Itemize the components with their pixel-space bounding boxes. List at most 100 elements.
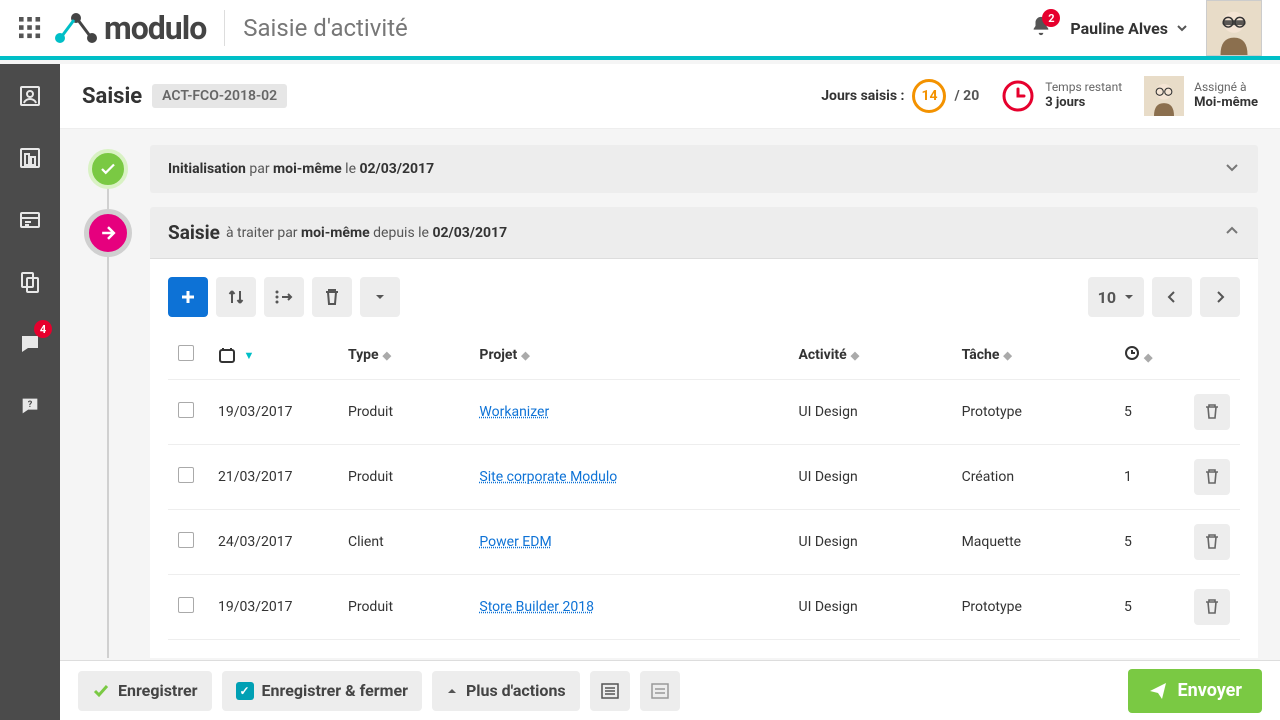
time-label: Temps restant — [1045, 80, 1122, 94]
trash-icon — [1205, 599, 1219, 615]
list-view-icon — [601, 683, 619, 699]
row-delete-button[interactable] — [1194, 524, 1230, 560]
cell-activite: UI Design — [788, 510, 951, 575]
assigned-value: Moi-même — [1194, 95, 1258, 110]
table-toolbar: 10 — [168, 277, 1240, 317]
select-all-checkbox[interactable] — [178, 345, 194, 361]
columns-button[interactable] — [264, 277, 304, 317]
project-link[interactable]: Store Builder 2018 — [479, 599, 594, 615]
avatar[interactable] — [1206, 0, 1262, 56]
save-button[interactable]: Enregistrer — [78, 671, 212, 711]
col-type[interactable]: Type◆ — [338, 331, 469, 380]
profile-icon — [18, 84, 42, 108]
trash-icon — [1205, 534, 1219, 550]
row-delete-button[interactable] — [1194, 459, 1230, 495]
trash-icon — [1205, 404, 1219, 420]
days-counter: Jours saisis : 14 / 20 — [821, 79, 979, 113]
sort-button[interactable] — [216, 277, 256, 317]
notifications-button[interactable]: 2 — [1030, 15, 1052, 41]
page-size-select[interactable]: 10 — [1088, 277, 1144, 317]
chat-badge: 4 — [34, 320, 52, 338]
rail-copy[interactable] — [10, 262, 50, 302]
chevron-down-icon — [1224, 159, 1240, 179]
step-init-header[interactable]: Initialisation par moi-même le 02/03/201… — [150, 145, 1258, 193]
notification-badge: 2 — [1042, 9, 1060, 27]
project-link[interactable]: Site corporate Modulo — [479, 469, 617, 485]
row-checkbox[interactable] — [178, 597, 194, 613]
caret-down-icon — [374, 291, 386, 303]
user-menu[interactable]: Pauline Alves — [1070, 19, 1188, 38]
cell-date: 21/03/2017 — [208, 445, 338, 510]
sort-icon — [227, 288, 245, 306]
save-label: Enregistrer — [118, 681, 198, 700]
col-activite[interactable]: Activité◆ — [788, 331, 951, 380]
delete-button[interactable] — [312, 277, 352, 317]
more-button[interactable] — [360, 277, 400, 317]
rail-building[interactable] — [10, 138, 50, 178]
title-row: Saisie ACT-FCO-2018-02 Jours saisis : 14… — [60, 64, 1280, 129]
svg-text:?: ? — [28, 400, 33, 410]
view-compact-button[interactable] — [640, 671, 680, 711]
row-checkbox[interactable] — [178, 532, 194, 548]
project-link[interactable]: Workanizer — [479, 404, 549, 420]
more-actions-button[interactable]: Plus d'actions — [432, 671, 580, 711]
check-icon — [99, 160, 117, 178]
save-close-button[interactable]: ✓ Enregistrer & fermer — [222, 671, 422, 711]
brand-logo[interactable]: modulo — [54, 9, 206, 47]
row-delete-button[interactable] — [1194, 589, 1230, 625]
col-date[interactable]: ▼ — [208, 331, 338, 380]
rail-chat[interactable]: 4 — [10, 324, 50, 364]
project-link[interactable]: Power EDM — [479, 534, 551, 550]
time-remaining: Temps restant3 jours — [1001, 79, 1122, 113]
compact-view-icon — [651, 683, 669, 699]
news-icon — [18, 208, 42, 232]
cell-tache: Prototype — [952, 380, 1114, 445]
apps-menu-button[interactable] — [12, 10, 48, 46]
trash-icon — [324, 288, 340, 306]
days-value-ring: 14 — [912, 79, 946, 113]
table-row: 19/03/2017ProduitWorkanizerUI DesignProt… — [168, 380, 1240, 445]
columns-icon — [274, 288, 294, 306]
divider — [224, 10, 225, 46]
checkbox-checked-icon: ✓ — [236, 682, 254, 700]
rail-profile[interactable] — [10, 76, 50, 116]
footer-bar: Enregistrer ✓ Enregistrer & fermer Plus … — [60, 660, 1280, 720]
row-checkbox[interactable] — [178, 467, 194, 483]
cell-duree: 1 — [1114, 445, 1184, 510]
step-saisie-title: Saisie — [168, 221, 220, 244]
view-list-button[interactable] — [590, 671, 630, 711]
add-row-button[interactable] — [168, 277, 208, 317]
row-checkbox[interactable] — [178, 402, 194, 418]
chevron-right-icon — [1215, 290, 1225, 304]
left-rail: 4 ? — [0, 64, 60, 720]
next-page-button[interactable] — [1200, 277, 1240, 317]
workflow-steps: Initialisation par moi-même le 02/03/201… — [60, 129, 1280, 658]
col-projet[interactable]: Projet◆ — [469, 331, 788, 380]
cell-tache: Maquette — [952, 510, 1114, 575]
clock-icon — [1001, 79, 1035, 113]
record-code-chip: ACT-FCO-2018-02 — [152, 84, 287, 108]
table-row: 21/03/2017ProduitSite corporate ModuloUI… — [168, 445, 1240, 510]
col-duration[interactable]: ◆ — [1114, 331, 1184, 380]
cell-activite: UI Design — [788, 445, 951, 510]
step-saisie-header[interactable]: Saisie à traiter par moi-même depuis le … — [150, 207, 1258, 258]
cell-date: 24/03/2017 — [208, 510, 338, 575]
cell-type: Client — [338, 510, 469, 575]
rail-news[interactable] — [10, 200, 50, 240]
cell-duree: 5 — [1114, 380, 1184, 445]
page-heading: Saisie d'activité — [243, 14, 408, 42]
table-row: 19/03/2017ProduitStore Builder 2018UI De… — [168, 575, 1240, 640]
cell-tache: Création — [952, 445, 1114, 510]
cell-type: Produit — [338, 380, 469, 445]
send-icon — [1148, 681, 1168, 701]
prev-page-button[interactable] — [1152, 277, 1192, 317]
table-row: 24/03/2017Client Power EDM UI DesignMaquet… — [168, 510, 1240, 575]
row-delete-button[interactable] — [1194, 394, 1230, 430]
col-tache[interactable]: Tâche◆ — [952, 331, 1114, 380]
building-icon — [18, 146, 42, 170]
send-button[interactable]: Envoyer — [1128, 669, 1263, 713]
check-icon — [92, 682, 110, 700]
activity-table: ▼ Type◆ Projet◆ Activité◆ Tâche◆ ◆ 19/03… — [168, 331, 1240, 640]
rail-help[interactable]: ? — [10, 386, 50, 426]
step-marker-done — [88, 149, 128, 189]
